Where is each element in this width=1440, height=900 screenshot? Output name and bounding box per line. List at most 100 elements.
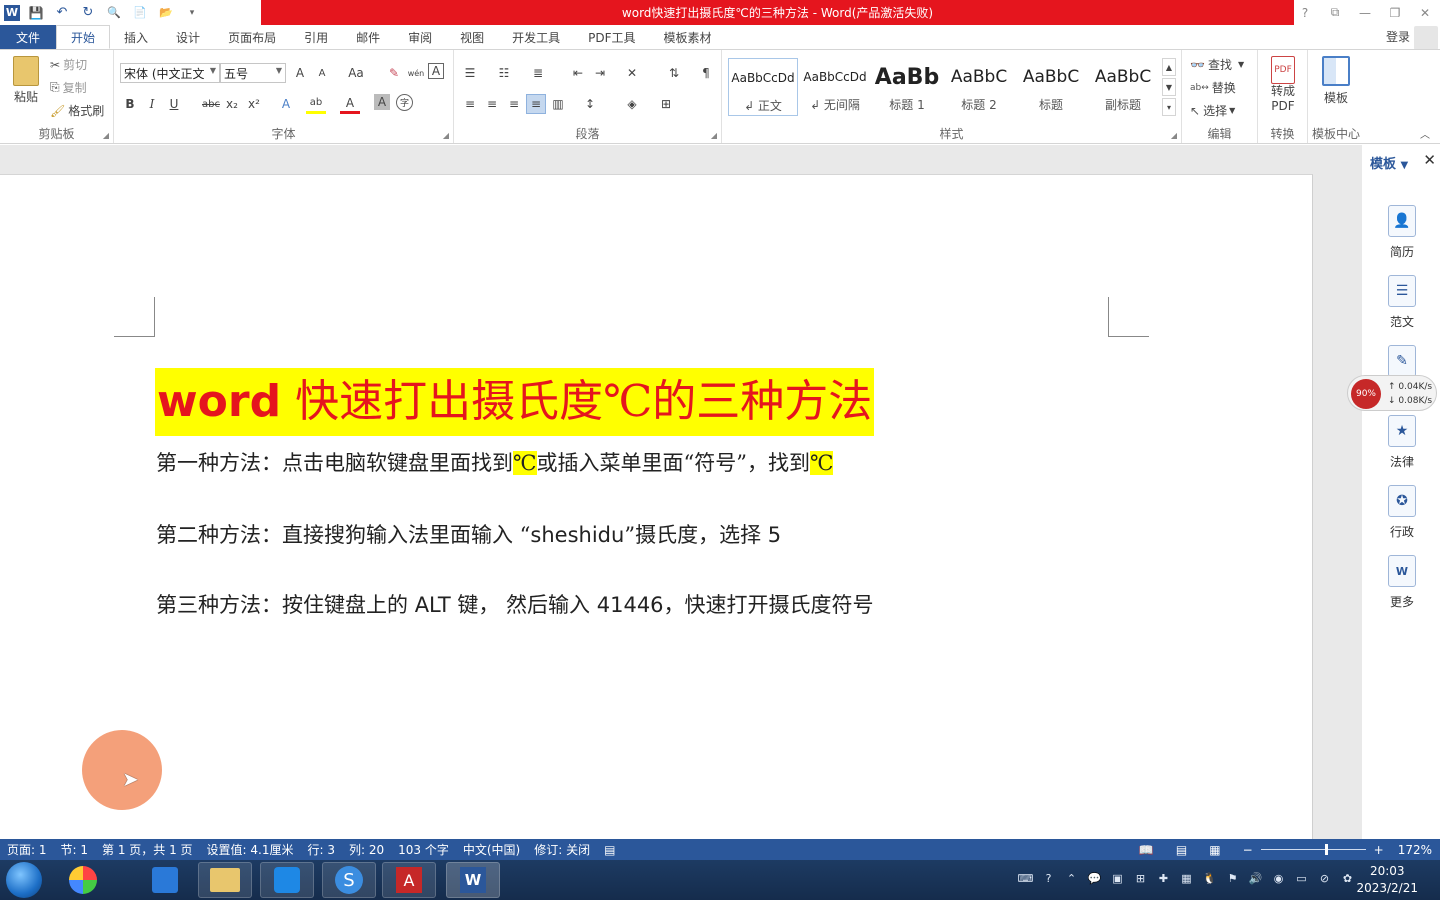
style-title[interactable]: AaBbC 标题: [1016, 58, 1086, 116]
paragraph-method-2[interactable]: 第二种方法：直接搜狗输入法里面输入 “sheshidu”摄氏度，选择 5: [156, 519, 781, 549]
numbering-icon[interactable]: ☷: [494, 63, 514, 83]
tab-view[interactable]: 视图: [446, 25, 498, 49]
align-center-icon[interactable]: ≡: [482, 94, 502, 114]
tab-references[interactable]: 引用: [290, 25, 342, 49]
tray-expand-icon[interactable]: ⌃: [1063, 870, 1080, 887]
document-page[interactable]: word 快速打出摄氏度℃的三种方法 第一种方法：点击电脑软键盘里面找到℃或插入…: [0, 174, 1313, 839]
taskbar-app-store[interactable]: [138, 862, 192, 898]
tab-page-layout[interactable]: 页面布局: [214, 25, 290, 49]
status-position[interactable]: 设置值: 4.1厘米: [200, 841, 301, 858]
find-button[interactable]: 👓 查找 ▼: [1190, 56, 1244, 73]
template-resume[interactable]: 👤 简历: [1380, 205, 1424, 260]
font-launcher-icon[interactable]: ◢: [443, 131, 449, 140]
tab-insert[interactable]: 插入: [110, 25, 162, 49]
copy-button[interactable]: ⎘ 复制: [50, 79, 87, 96]
taskbar-app-word[interactable]: W: [446, 862, 500, 898]
line-spacing-icon[interactable]: ↕: [580, 94, 600, 114]
replace-button[interactable]: ab↔ 替换: [1190, 79, 1236, 96]
save-icon[interactable]: 💾: [26, 3, 46, 23]
tab-template-materials[interactable]: 模板素材: [650, 25, 726, 49]
flower-app-icon[interactable]: ✿: [1339, 870, 1356, 887]
template-button[interactable]: 模板: [1316, 56, 1356, 106]
status-section[interactable]: 节: 1: [54, 841, 96, 858]
paragraph-method-3[interactable]: 第三种方法：按住键盘上的 ALT 键， 然后输入 41446，快速打开摄氏度符号: [156, 589, 874, 619]
clear-format-button[interactable]: ✎: [384, 63, 404, 83]
char-border-button[interactable]: A: [428, 63, 444, 79]
user-avatar-icon[interactable]: [1414, 26, 1438, 50]
enclose-char-button[interactable]: 字: [396, 94, 413, 111]
tab-developer[interactable]: 开发工具: [498, 25, 574, 49]
shrink-font-button[interactable]: A: [312, 63, 332, 83]
sort-icon[interactable]: ⇅: [664, 63, 684, 83]
minimize-button[interactable]: —: [1350, 0, 1380, 25]
network-speed-widget[interactable]: 90% ↑ 0.04K/s ↓ 0.08K/s: [1347, 375, 1437, 411]
font-size-combo[interactable]: 五号 ▼: [220, 63, 286, 83]
styles-scroll-down-icon[interactable]: ▼: [1162, 78, 1176, 96]
template-pane-title[interactable]: 模板 ▼: [1370, 153, 1408, 172]
grow-font-button[interactable]: A: [290, 63, 310, 83]
template-legal[interactable]: ★ 法律: [1380, 415, 1424, 470]
web-layout-icon[interactable]: ▦: [1209, 843, 1220, 857]
template-more[interactable]: W 更多: [1380, 555, 1424, 610]
help-button[interactable]: ?: [1290, 0, 1320, 25]
status-word-count[interactable]: 103 个字: [391, 841, 456, 858]
tab-file[interactable]: 文件: [0, 25, 57, 49]
tab-mailings[interactable]: 邮件: [342, 25, 394, 49]
increase-indent-icon[interactable]: ⇥: [590, 63, 610, 83]
help-circle-icon[interactable]: ?: [1040, 870, 1057, 887]
chinese-layout-icon[interactable]: ✕: [622, 63, 642, 83]
borders-icon[interactable]: ⊞: [656, 94, 676, 114]
zoom-level[interactable]: 172%: [1398, 843, 1432, 857]
zoom-slider[interactable]: [1260, 844, 1366, 855]
tab-home[interactable]: 开始: [56, 25, 111, 49]
open-folder-icon[interactable]: 📂: [156, 3, 176, 23]
customize-qat-icon[interactable]: ▾: [182, 3, 202, 23]
subscript-button[interactable]: x₂: [222, 94, 242, 114]
ribbon-display-button[interactable]: ⧉: [1320, 0, 1350, 25]
disk-icon[interactable]: ◉: [1270, 870, 1287, 887]
tab-design[interactable]: 设计: [162, 25, 214, 49]
style-heading-1[interactable]: AaBb 标题 1: [872, 58, 942, 116]
print-preview-icon[interactable]: 🔍: [104, 3, 124, 23]
document-heading[interactable]: word 快速打出摄氏度℃的三种方法: [155, 368, 875, 436]
login-link[interactable]: 登录: [1386, 28, 1410, 45]
status-line[interactable]: 行: 3: [300, 841, 342, 858]
word-app-icon[interactable]: W: [4, 4, 20, 21]
grid-app-icon[interactable]: ▦: [1178, 870, 1195, 887]
paragraph-launcher-icon[interactable]: ◢: [711, 131, 717, 140]
start-button[interactable]: [6, 862, 42, 898]
cut-button[interactable]: ✂ 剪切: [50, 56, 87, 73]
new-document-icon[interactable]: 📄: [130, 3, 150, 23]
keyboard-icon[interactable]: ⌨: [1017, 870, 1034, 887]
macro-record-icon[interactable]: ▤: [597, 843, 622, 857]
display-icon[interactable]: ▣: [1109, 870, 1126, 887]
align-right-icon[interactable]: ≡: [504, 94, 524, 114]
action-center-icon[interactable]: ▭: [1293, 870, 1310, 887]
taskbar-app-phone[interactable]: [260, 862, 314, 898]
tab-pdf-tools[interactable]: PDF工具: [574, 25, 649, 49]
status-column[interactable]: 列: 20: [342, 841, 391, 858]
pane-close-icon[interactable]: ✕: [1423, 151, 1436, 169]
status-track-changes[interactable]: 修订: 关闭: [527, 841, 597, 858]
styles-more-icon[interactable]: ▾: [1162, 98, 1176, 116]
style-subtitle[interactable]: AaBbC 副标题: [1088, 58, 1158, 116]
zoom-in-icon[interactable]: +: [1374, 843, 1384, 857]
italic-button[interactable]: I: [142, 94, 162, 114]
zoom-slider-thumb[interactable]: [1324, 844, 1328, 855]
status-page-count[interactable]: 第 1 页，共 1 页: [95, 841, 200, 858]
paragraph-shading-icon[interactable]: ◈: [622, 94, 642, 114]
maximize-button[interactable]: ❐: [1380, 0, 1410, 25]
redo-icon[interactable]: ↻: [78, 3, 98, 23]
bold-button[interactable]: B: [120, 94, 140, 114]
status-page[interactable]: 页面: 1: [0, 841, 54, 858]
clipboard-launcher-icon[interactable]: ◢: [103, 131, 109, 140]
underline-button[interactable]: U: [164, 94, 184, 114]
paste-button[interactable]: 粘贴: [8, 56, 44, 105]
char-shading-button[interactable]: A: [374, 94, 390, 110]
style-normal[interactable]: AaBbCcDd ↲ 正文: [728, 58, 798, 116]
show-marks-icon[interactable]: ¶: [696, 63, 716, 83]
template-admin[interactable]: ✪ 行政: [1380, 485, 1424, 540]
close-button[interactable]: ✕: [1410, 0, 1440, 25]
zoom-out-icon[interactable]: −: [1243, 843, 1253, 857]
style-no-spacing[interactable]: AaBbCcDd ↲ 无间隔: [800, 58, 870, 116]
